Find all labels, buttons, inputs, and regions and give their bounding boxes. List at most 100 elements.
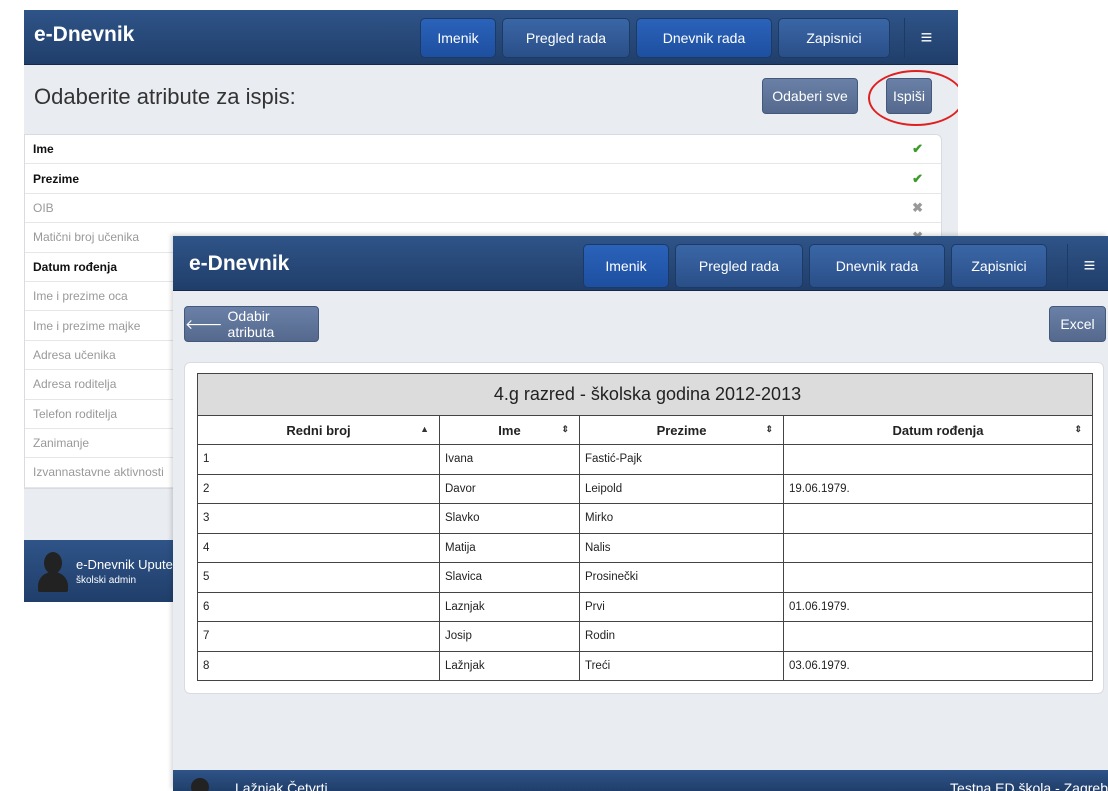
cell: 3 (197, 503, 440, 534)
top-navbar: e-Dnevnik Imenik Pregled rada Dnevnik ra… (24, 10, 958, 65)
nav-imenik[interactable]: Imenik (420, 18, 496, 58)
cell: 03.06.1979. (783, 650, 1093, 681)
cell: Davor (439, 473, 580, 504)
school-name: Testna ED škola - Zagreb (950, 780, 1108, 791)
cross-icon: ✖ (912, 199, 923, 215)
attribute-item[interactable]: OIB ✖ (25, 194, 941, 224)
table-caption: 4.g razred - školska godina 2012-2013 (197, 373, 1093, 416)
table-row: 4 Matija Nalis (197, 532, 1093, 563)
cell: Josip (439, 621, 580, 652)
column-label: Ime (498, 422, 521, 438)
column-label: Redni broj (286, 422, 351, 438)
students-table: 4.g razred - školska godina 2012-2013 Re… (197, 373, 1093, 681)
table-row: 6 Laznjak Prvi 01.06.1979. (197, 591, 1093, 622)
footer-bar: Lažnjak Četvrti Testna ED škola - Zagreb (173, 770, 1108, 791)
cell: 5 (197, 562, 440, 593)
column-label: Datum rođenja (892, 422, 984, 438)
attribute-label: Prezime (33, 171, 80, 186)
attribute-item[interactable]: Prezime ✔ (25, 164, 941, 194)
cell: 8 (197, 650, 440, 681)
column-header-ime[interactable]: Ime ⇕ (439, 415, 580, 445)
cell: Fastić-Pajk (579, 444, 784, 475)
attribute-label: Ime (33, 142, 54, 157)
cell (783, 503, 1093, 534)
cell: Treći (579, 650, 784, 681)
back-label: Odabir atributa (227, 308, 275, 340)
table-row: 2 Davor Leipold 19.06.1979. (197, 473, 1093, 504)
back-to-attributes-button[interactable]: 🡐 Odabir atributa (184, 306, 319, 342)
user-name[interactable]: e-Dnevnik Upute (76, 557, 173, 572)
nav-imenik[interactable]: Imenik (583, 244, 669, 288)
cell: 19.06.1979. (783, 473, 1093, 504)
avatar (38, 552, 68, 592)
nav-pregled-rada[interactable]: Pregled rada (675, 244, 803, 288)
avatar (191, 778, 209, 791)
cell: 6 (197, 591, 440, 622)
attribute-label: Datum rođenja (33, 259, 118, 274)
attribute-label: Zanimanje (33, 436, 90, 451)
cell: 4 (197, 532, 440, 563)
table-row: 7 Josip Rodin (197, 621, 1093, 652)
print-result-window: e-Dnevnik Imenik Pregled rada Dnevnik ra… (173, 236, 1108, 791)
cell: Rodin (579, 621, 784, 652)
attribute-label: Adresa roditelja (33, 377, 117, 392)
attribute-label: Izvannastavne aktivnosti (33, 465, 164, 480)
cell: Leipold (579, 473, 784, 504)
column-header-redni-broj[interactable]: Redni broj ▲ (197, 415, 440, 445)
cell: Slavica (439, 562, 580, 593)
cell (783, 532, 1093, 563)
annotation-circle (868, 70, 958, 126)
cell: 7 (197, 621, 440, 652)
sort-icon: ⇕ (561, 424, 569, 434)
brand-logo[interactable]: e-Dnevnik (34, 23, 134, 47)
user-name[interactable]: Lažnjak Četvrti (235, 780, 328, 791)
hamburger-icon[interactable]: ≡ (1067, 244, 1108, 288)
attribute-label: Ime i prezime oca (33, 289, 128, 304)
nav-pregled-rada[interactable]: Pregled rada (502, 18, 630, 58)
page-title: Odaberite atribute za ispis: (34, 84, 296, 109)
cell: Nalis (579, 532, 784, 563)
attribute-item[interactable]: Ime ✔ (25, 135, 941, 165)
cell: Slavko (439, 503, 580, 534)
attribute-label: Adresa učenika (33, 347, 116, 362)
cell: Ivana (439, 444, 580, 475)
cell (783, 621, 1093, 652)
cell: Laznjak (439, 591, 580, 622)
attribute-label: Ime i prezime majke (33, 318, 141, 333)
select-all-button[interactable]: Odaberi sve (762, 78, 858, 114)
cell: Prvi (579, 591, 784, 622)
column-header-prezime[interactable]: Prezime ⇕ (579, 415, 784, 445)
sort-icon: ⇕ (765, 424, 773, 434)
top-navbar: e-Dnevnik Imenik Pregled rada Dnevnik ra… (173, 236, 1108, 291)
cell: Mirko (579, 503, 784, 534)
hamburger-icon[interactable]: ≡ (904, 18, 948, 58)
nav-dnevnik-rada[interactable]: Dnevnik rada (809, 244, 945, 288)
table-row: 3 Slavko Mirko (197, 503, 1093, 534)
sort-icon: ⇕ (1074, 424, 1082, 434)
check-icon: ✔ (912, 170, 923, 186)
column-label: Prezime (656, 422, 707, 438)
table-row: 5 Slavica Prosinečki (197, 562, 1093, 593)
attribute-label: Telefon roditelja (33, 406, 118, 421)
nav-zapisnici[interactable]: Zapisnici (778, 18, 890, 58)
results-panel: 4.g razred - školska godina 2012-2013 Re… (184, 362, 1104, 694)
cell: Prosinečki (579, 562, 784, 593)
column-header-datum-rodenja[interactable]: Datum rođenja ⇕ (783, 415, 1093, 445)
nav-dnevnik-rada[interactable]: Dnevnik rada (636, 18, 772, 58)
cell: Lažnjak (439, 650, 580, 681)
excel-export-button[interactable]: Excel (1049, 306, 1106, 342)
attribute-label: OIB (33, 200, 54, 215)
table-row: 1 Ivana Fastić-Pajk (197, 444, 1093, 475)
cell: 2 (197, 473, 440, 504)
cell: 01.06.1979. (783, 591, 1093, 622)
table-row: 8 Lažnjak Treći 03.06.1979. (197, 650, 1093, 681)
user-role: školski admin (76, 575, 137, 586)
cell: Matija (439, 532, 580, 563)
sort-asc-icon: ▲ (420, 424, 429, 434)
brand-logo[interactable]: e-Dnevnik (189, 252, 289, 276)
nav-zapisnici[interactable]: Zapisnici (951, 244, 1047, 288)
cell: 1 (197, 444, 440, 475)
arrow-left-icon: 🡐 (185, 315, 223, 332)
check-icon: ✔ (912, 141, 923, 157)
cell (783, 444, 1093, 475)
